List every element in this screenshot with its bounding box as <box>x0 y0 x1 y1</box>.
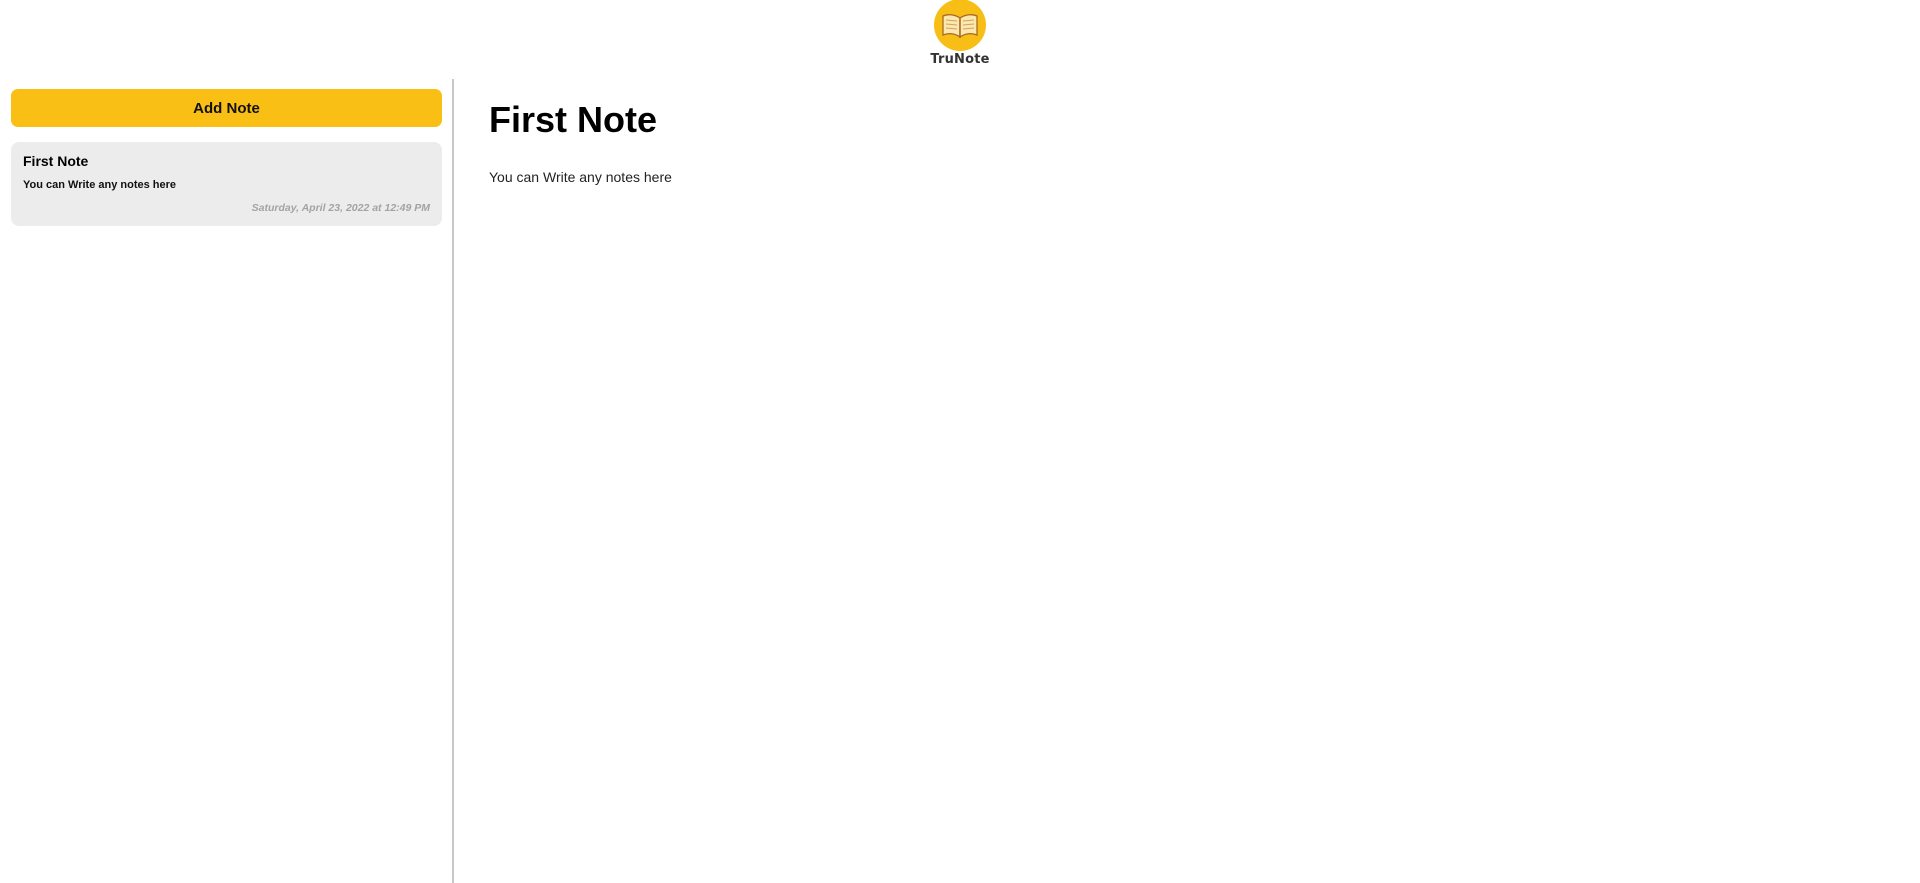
open-book-icon <box>942 14 978 39</box>
note-list-item[interactable]: First Note You can Write any notes here … <box>11 142 442 226</box>
note-body: You can Write any notes here <box>489 169 672 185</box>
note-title: First Note <box>489 99 658 140</box>
note-viewer: First Note You can Write any notes here <box>456 79 1920 883</box>
logo-text: TruNote <box>930 52 990 67</box>
note-item-title: First Note <box>23 153 89 169</box>
note-item-date: Saturday, April 23, 2022 at 12:49 PM <box>251 202 430 214</box>
app-header: TruNote <box>0 0 1920 78</box>
note-item-preview: You can Write any notes here <box>23 179 177 191</box>
add-note-button[interactable]: Add Note <box>11 89 442 127</box>
logo-badge <box>933 0 986 51</box>
app-logo[interactable]: TruNote <box>930 0 989 78</box>
notes-sidebar: Add Note First Note You can Write any no… <box>0 79 454 883</box>
